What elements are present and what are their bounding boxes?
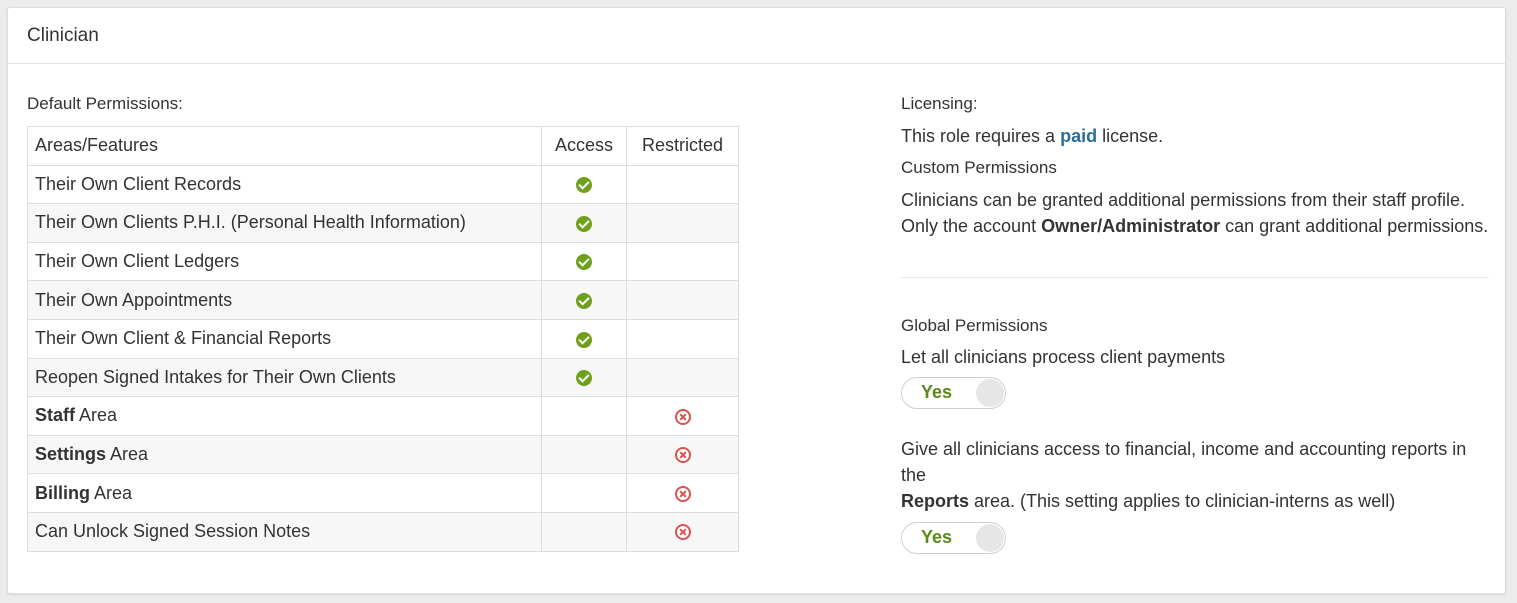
access-cell: [541, 280, 628, 320]
restricted-cell: [626, 280, 739, 320]
restricted-cell: [626, 241, 739, 282]
column-header-access: Access: [541, 126, 628, 166]
column-header-restricted: Restricted: [626, 126, 739, 166]
financial-reports-text: Give all clinicians access to financial,…: [901, 436, 1489, 514]
access-cell: [541, 357, 628, 398]
table-row: Their Own Client Ledgers: [26, 241, 739, 282]
restricted-cell: [626, 357, 739, 398]
access-cell: [541, 164, 628, 205]
x-circle-icon: [674, 447, 691, 464]
financial-reports-line2-after: area. (This setting applies to clinician…: [969, 491, 1396, 511]
check-circle-icon: [576, 254, 593, 271]
permission-area-cell: Their Own Client Records: [26, 164, 543, 205]
process-payments-toggle-label: Yes: [921, 382, 953, 402]
permission-area-label: Reopen Signed Intakes for Their Own Clie…: [35, 366, 396, 387]
financial-reports-toggle-label: Yes: [921, 527, 953, 547]
permission-area-cell: Staff Area: [26, 396, 543, 436]
restricted-cell: [626, 396, 739, 436]
section-divider: [901, 277, 1489, 278]
licensing-text-before: This role requires a: [901, 126, 1061, 146]
check-circle-icon: [576, 215, 593, 232]
permission-area-label: Area: [90, 482, 133, 503]
custom-permissions-line2-after: can grant additional permissions.: [1220, 216, 1489, 236]
x-circle-icon: [674, 408, 691, 425]
permission-area-cell: Can Unlock Signed Session Notes: [26, 511, 543, 552]
licensing-text: This role requires a paid license.: [901, 123, 1489, 149]
table-row: Billing Area: [26, 473, 739, 513]
restricted-cell: [626, 511, 739, 552]
access-cell: [541, 473, 628, 513]
licensing-label: Licensing:: [901, 94, 978, 113]
permission-area-label: Their Own Client Ledgers: [35, 251, 240, 272]
table-row: Settings Area: [26, 434, 739, 475]
panel-title: Clinician: [8, 8, 1505, 64]
process-payments-text: Let all clinicians process client paymen…: [901, 347, 1226, 367]
access-cell: [541, 203, 628, 243]
process-payments-toggle[interactable]: Yes: [901, 377, 1006, 409]
financial-reports-line1: Give all clinicians access to financial,…: [901, 439, 1467, 485]
access-cell: [541, 318, 628, 359]
financial-reports-toggle-wrapper: Yes: [901, 522, 1489, 559]
custom-permissions-line1: Clinicians can be granted additional per…: [901, 190, 1465, 210]
custom-permissions-text: Clinicians can be granted additional per…: [901, 187, 1489, 239]
check-circle-icon: [576, 370, 593, 387]
permission-area-cell: Reopen Signed Intakes for Their Own Clie…: [26, 357, 543, 398]
custom-permissions-line2-before: Only the account: [901, 216, 1042, 236]
permission-area-label: Their Own Client Records: [35, 173, 242, 194]
permission-area-cell: Their Own Clients P.H.I. (Personal Healt…: [26, 203, 543, 243]
x-circle-icon: [674, 524, 691, 541]
restricted-cell: [626, 164, 739, 205]
owner-administrator-text: Owner/Administrator: [1041, 216, 1221, 236]
permission-area-cell: Settings Area: [26, 434, 543, 475]
table-row: Their Own Client Records: [26, 164, 739, 205]
restricted-cell: [626, 473, 739, 513]
toggle-knob: [976, 524, 1004, 552]
check-circle-icon: [576, 177, 593, 194]
table-row: Their Own Clients P.H.I. (Personal Healt…: [26, 203, 739, 243]
reports-area-bold: Reports: [901, 491, 970, 511]
paid-license-highlight: paid: [1060, 126, 1098, 146]
table-row: Staff Area: [26, 396, 739, 436]
x-circle-icon: [674, 485, 691, 502]
permission-area-bold: Billing: [35, 482, 90, 503]
check-circle-icon: [576, 292, 593, 309]
financial-reports-toggle[interactable]: Yes: [901, 522, 1006, 554]
licensing-text-after: license.: [1097, 126, 1164, 146]
restricted-cell: [626, 318, 739, 359]
table-row: Their Own Client & Financial Reports: [26, 318, 739, 359]
permission-area-cell: Billing Area: [26, 473, 543, 513]
permission-area-cell: Their Own Appointments: [26, 280, 543, 320]
access-cell: [541, 396, 628, 436]
global-permissions-label: Global Permissions: [901, 316, 1048, 335]
permission-area-label: Area: [106, 444, 149, 465]
table-row: Their Own Appointments: [26, 280, 739, 320]
permission-area-label: Their Own Clients P.H.I. (Personal Healt…: [35, 212, 466, 233]
table-header-row: Areas/Features Access Restricted: [26, 126, 739, 166]
table-row: Reopen Signed Intakes for Their Own Clie…: [26, 357, 739, 398]
permission-area-bold: Staff: [35, 405, 75, 426]
table-row: Can Unlock Signed Session Notes: [26, 511, 739, 552]
permission-area-label: Their Own Appointments: [35, 289, 233, 310]
permission-area-cell: Their Own Client Ledgers: [26, 241, 543, 282]
access-cell: [541, 241, 628, 282]
access-cell: [541, 511, 628, 552]
permission-area-cell: Their Own Client & Financial Reports: [26, 318, 543, 359]
permissions-table: Areas/Features Access Restricted Their O…: [26, 126, 739, 552]
permissions-info-section: Licensing: This role requires a paid lic…: [901, 94, 1489, 559]
check-circle-icon: [576, 331, 593, 348]
process-payments-toggle-wrapper: Yes: [901, 377, 1489, 414]
access-cell: [541, 434, 628, 475]
clinician-panel: Clinician Default Permissions: Areas/Fea…: [7, 7, 1506, 594]
permission-area-label: Area: [75, 405, 118, 426]
custom-permissions-label: Custom Permissions: [901, 158, 1057, 177]
restricted-cell: [626, 434, 739, 475]
restricted-cell: [626, 203, 739, 243]
permission-area-label: Can Unlock Signed Session Notes: [35, 521, 311, 542]
default-permissions-label: Default Permissions:: [27, 94, 183, 113]
permission-area-bold: Settings: [35, 444, 107, 465]
toggle-knob: [976, 379, 1004, 407]
default-permissions-section: Default Permissions: Areas/Features Acce…: [26, 94, 739, 552]
column-header-areas: Areas/Features: [26, 126, 543, 166]
permission-area-label: Their Own Client & Financial Reports: [35, 328, 332, 349]
